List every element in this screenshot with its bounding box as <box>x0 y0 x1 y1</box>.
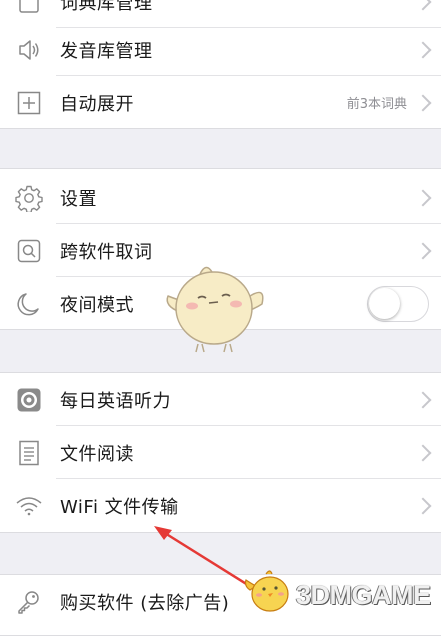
key-icon <box>14 587 44 617</box>
chevron-right-icon <box>414 0 432 10</box>
speaker-icon <box>14 35 44 65</box>
menu-item-settings[interactable]: 设置 <box>0 171 441 224</box>
menu-item-label: 购买软件 (去除广告) <box>60 592 230 614</box>
chevron-right-icon <box>414 94 432 111</box>
menu-item-label: 发音库管理 <box>60 40 153 62</box>
menu-item-label: 每日英语听力 <box>60 390 171 412</box>
menu-item-daily-english-listening[interactable]: 每日英语听力 <box>0 373 441 426</box>
menu-item-label: 文件阅读 <box>60 443 134 465</box>
chick-mascot-image <box>166 266 264 353</box>
chevron-right-icon <box>414 391 432 408</box>
menu-item-label: 设置 <box>60 188 97 210</box>
moon-icon <box>14 289 44 319</box>
menu-item-label: WiFi 文件传输 <box>60 496 179 518</box>
book-icon <box>14 0 44 17</box>
chevron-right-icon <box>414 497 432 514</box>
menu-item-pronunciation-management[interactable]: 发音库管理 <box>0 23 441 76</box>
menu-item-file-reading[interactable]: 文件阅读 <box>0 426 441 479</box>
menu-item-label: 跨软件取词 <box>60 241 153 263</box>
wifi-icon <box>14 491 44 521</box>
gear-icon <box>14 183 44 213</box>
chevron-right-icon <box>414 189 432 206</box>
menu-item-label: 自动展开 <box>60 93 134 115</box>
night-mode-toggle[interactable] <box>367 285 429 322</box>
toggle-knob <box>369 287 400 319</box>
watermark-chick-icon <box>244 570 289 612</box>
menu-item-auto-expand[interactable]: 自动展开 前3本词典 <box>0 76 441 129</box>
record-icon <box>14 385 44 415</box>
watermark-text: 3DMGAME <box>296 580 431 610</box>
magnifier-box-icon <box>14 236 44 266</box>
plus-box-icon <box>14 88 44 118</box>
document-icon <box>14 438 44 468</box>
menu-item-label: 词典库管理 <box>60 0 153 14</box>
chevron-right-icon <box>414 41 432 58</box>
menu-group-tools: 每日英语听力 文件阅读 WiFi 文件传输 <box>0 372 441 533</box>
auto-expand-value: 前3本词典 <box>346 97 407 112</box>
menu-item-label: 夜间模式 <box>60 294 134 316</box>
chevron-right-icon <box>414 444 432 461</box>
chevron-right-icon <box>414 242 432 259</box>
menu-group-dictionary: 词典库管理 发音库管理 自动展开 前3本词典 <box>0 0 441 129</box>
